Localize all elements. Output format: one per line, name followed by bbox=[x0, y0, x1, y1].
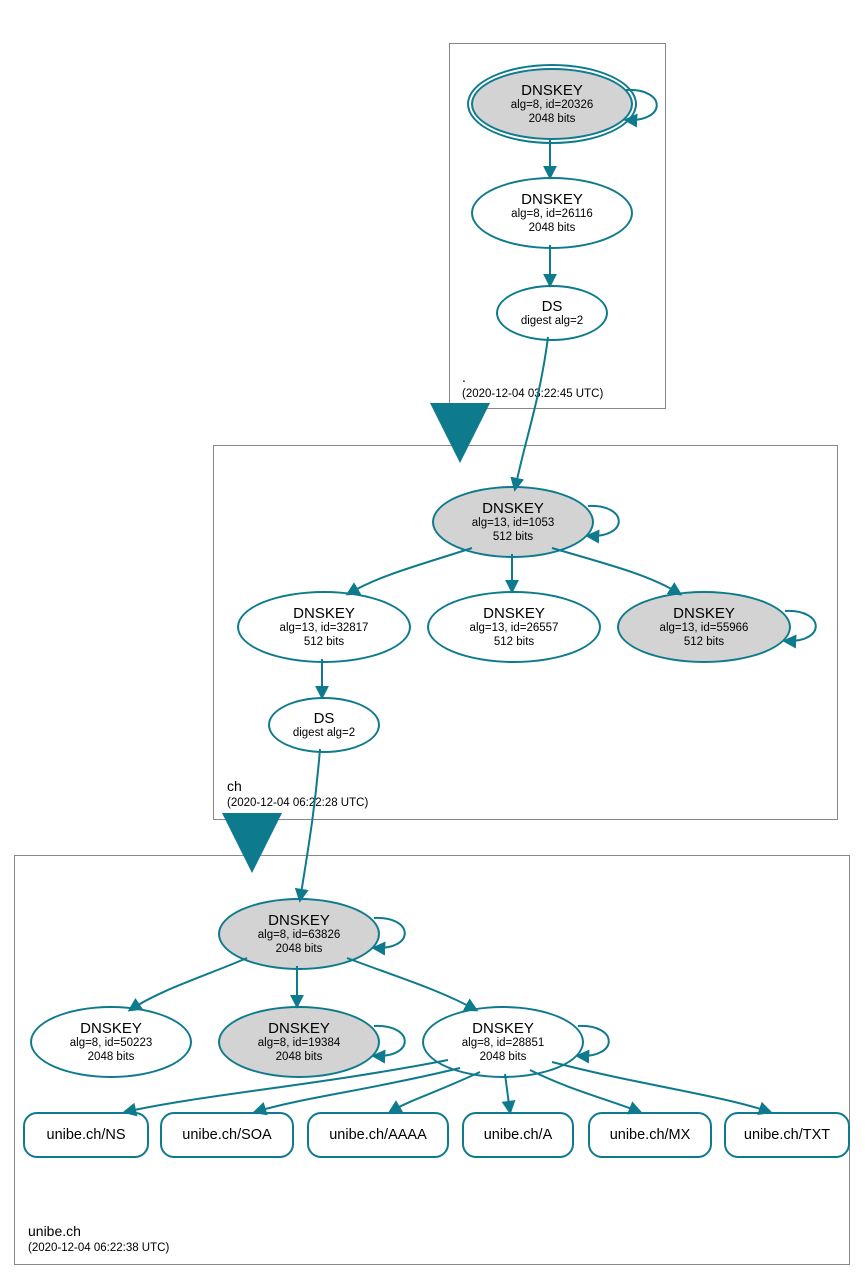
dnskey-ch-z3: DNSKEY alg=13, id=55966 512 bits bbox=[617, 591, 791, 663]
node-line1: alg=13, id=55966 bbox=[619, 622, 789, 635]
node-line1: alg=13, id=1053 bbox=[434, 517, 592, 530]
node-title: DNSKEY bbox=[32, 1020, 190, 1037]
node-title: DNSKEY bbox=[434, 500, 592, 517]
node-line2: 2048 bits bbox=[424, 1051, 582, 1064]
node-line1: digest alg=2 bbox=[270, 727, 378, 740]
zone-unibe-ts: (2020-12-04 06:22:38 UTC) bbox=[28, 1242, 169, 1254]
dnskey-ch-ksk: DNSKEY alg=13, id=1053 512 bits bbox=[432, 486, 594, 558]
node-title: DNSKEY bbox=[473, 82, 631, 99]
node-title: DNSKEY bbox=[239, 605, 409, 622]
node-line1: alg=8, id=26116 bbox=[473, 208, 631, 221]
node-line1: alg=8, id=19384 bbox=[220, 1037, 378, 1050]
zone-root-label: . bbox=[462, 369, 466, 385]
ds-ch: DS digest alg=2 bbox=[268, 697, 380, 753]
dnskey-unibe-z3: DNSKEY alg=8, id=28851 2048 bits bbox=[422, 1006, 584, 1078]
node-line2: 512 bits bbox=[239, 636, 409, 649]
node-line2: 2048 bits bbox=[220, 943, 378, 956]
node-title: DS bbox=[498, 298, 606, 315]
rrset-ns: unibe.ch/NS bbox=[23, 1112, 149, 1158]
node-title: DNSKEY bbox=[220, 1020, 378, 1037]
ds-root: DS digest alg=2 bbox=[496, 285, 608, 341]
rrset-a: unibe.ch/A bbox=[462, 1112, 574, 1158]
node-line2: 2048 bits bbox=[220, 1051, 378, 1064]
node-line2: 2048 bits bbox=[32, 1051, 190, 1064]
zone-unibe-label: unibe.ch bbox=[28, 1223, 81, 1239]
node-line1: alg=8, id=63826 bbox=[220, 929, 378, 942]
dnskey-unibe-z1: DNSKEY alg=8, id=50223 2048 bits bbox=[30, 1006, 192, 1078]
node-line1: digest alg=2 bbox=[498, 315, 606, 328]
node-title: DNSKEY bbox=[619, 605, 789, 622]
node-line1: alg=13, id=26557 bbox=[429, 622, 599, 635]
node-line2: 512 bits bbox=[434, 531, 592, 544]
node-title: DNSKEY bbox=[473, 191, 631, 208]
dnskey-ch-z2: DNSKEY alg=13, id=26557 512 bits bbox=[427, 591, 601, 663]
node-line1: alg=13, id=32817 bbox=[239, 622, 409, 635]
dnskey-unibe-z2: DNSKEY alg=8, id=19384 2048 bits bbox=[218, 1006, 380, 1078]
dnskey-root-ksk: DNSKEY alg=8, id=20326 2048 bits bbox=[471, 68, 633, 140]
rrset-mx: unibe.ch/MX bbox=[588, 1112, 712, 1158]
dnskey-unibe-ksk: DNSKEY alg=8, id=63826 2048 bits bbox=[218, 898, 380, 970]
rrset-txt: unibe.ch/TXT bbox=[724, 1112, 850, 1158]
rrset-aaaa: unibe.ch/AAAA bbox=[307, 1112, 449, 1158]
node-line1: alg=8, id=28851 bbox=[424, 1037, 582, 1050]
node-line1: alg=8, id=20326 bbox=[473, 99, 631, 112]
zone-ch-ts: (2020-12-04 06:22:28 UTC) bbox=[227, 797, 368, 809]
node-title: DNSKEY bbox=[429, 605, 599, 622]
node-line2: 2048 bits bbox=[473, 113, 631, 126]
node-line1: alg=8, id=50223 bbox=[32, 1037, 190, 1050]
node-title: DNSKEY bbox=[424, 1020, 582, 1037]
dnskey-ch-z1: DNSKEY alg=13, id=32817 512 bits bbox=[237, 591, 411, 663]
node-line2: 2048 bits bbox=[473, 222, 631, 235]
zone-root-ts: (2020-12-04 03:22:45 UTC) bbox=[462, 388, 603, 400]
node-title: DS bbox=[270, 710, 378, 727]
node-title: DNSKEY bbox=[220, 912, 378, 929]
node-line2: 512 bits bbox=[619, 636, 789, 649]
dnskey-root-zsk: DNSKEY alg=8, id=26116 2048 bits bbox=[471, 177, 633, 249]
node-line2: 512 bits bbox=[429, 636, 599, 649]
zone-ch-label: ch bbox=[227, 778, 242, 794]
rrset-soa: unibe.ch/SOA bbox=[160, 1112, 294, 1158]
